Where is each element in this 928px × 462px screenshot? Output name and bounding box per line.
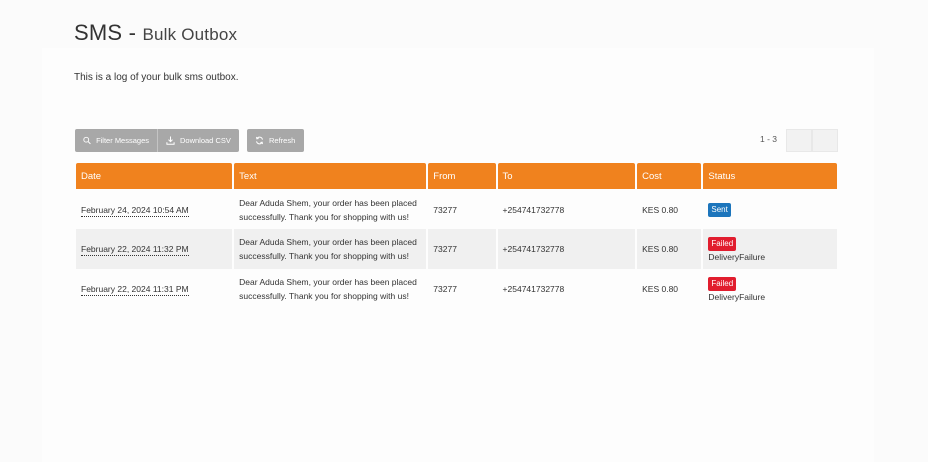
date-value: February 24, 2024 10:54 AM: [81, 205, 189, 217]
from-cell: 73277: [433, 205, 457, 215]
status-cell: Failed DeliveryFailure: [703, 269, 837, 309]
status-badge: Failed: [708, 276, 737, 291]
table-row[interactable]: February 22, 2024 11:32 PM Dear Aduda Sh…: [76, 229, 837, 269]
column-header-to[interactable]: To: [497, 163, 636, 189]
status-cell: Sent: [703, 189, 837, 229]
to-cell: +254741732778: [502, 284, 565, 294]
page-description: This is a log of your bulk sms outbox.: [74, 72, 239, 83]
cost-cell: KES 0.80: [642, 284, 679, 294]
download-csv-label: Download CSV: [180, 136, 231, 145]
pagination-info: 1 - 3: [760, 134, 778, 144]
from-cell: 73277: [433, 284, 457, 294]
download-csv-button[interactable]: Download CSV: [158, 129, 239, 152]
column-header-date[interactable]: Date: [76, 163, 233, 189]
message-text: Dear Aduda Shem, your order has been pla…: [239, 277, 417, 301]
refresh-label: Refresh: [269, 136, 296, 145]
refresh-icon: [256, 136, 263, 145]
table-row[interactable]: February 22, 2024 11:31 PM Dear Aduda Sh…: [76, 269, 837, 309]
status-badge: Sent: [708, 203, 731, 217]
from-cell: 73277: [428, 229, 496, 269]
column-header-text[interactable]: Text: [234, 163, 427, 189]
date-cell: February 22, 2024 11:31 PM: [76, 269, 232, 309]
previous-page-button[interactable]: [786, 129, 812, 152]
cost-cell: KES 0.80: [637, 229, 702, 269]
to-cell: +254741732778: [502, 205, 565, 215]
filter-messages-label: Filter Messages: [96, 136, 149, 145]
refresh-button[interactable]: Refresh: [247, 129, 304, 152]
date-value: February 22, 2024 11:32 PM: [81, 244, 189, 256]
message-text: Dear Aduda Shem, your order has been pla…: [234, 229, 427, 269]
pagination-controls: [786, 129, 838, 152]
outbox-table: Date Text From To Cost Status February 2…: [74, 163, 839, 309]
next-page-button[interactable]: [812, 129, 838, 152]
column-header-cost[interactable]: Cost: [637, 163, 702, 189]
status-badge: Failed: [708, 236, 737, 251]
title-separator: -: [122, 20, 143, 45]
date-cell: February 22, 2024 11:32 PM: [76, 229, 233, 269]
column-header-status[interactable]: Status: [703, 163, 837, 189]
column-header-from[interactable]: From: [428, 163, 496, 189]
page-title: SMS - Bulk Outbox: [74, 20, 237, 46]
date-cell: February 24, 2024 10:54 AM: [76, 189, 232, 229]
table-row[interactable]: February 24, 2024 10:54 AM Dear Aduda Sh…: [76, 189, 837, 229]
toolbar: Filter Messages Download CSV Refresh: [75, 129, 304, 152]
table-header-row: Date Text From To Cost Status: [76, 163, 837, 189]
failure-reason: DeliveryFailure: [708, 251, 766, 262]
cost-cell: KES 0.80: [642, 205, 679, 215]
page-subtitle: Bulk Outbox: [142, 25, 238, 44]
failure-reason: DeliveryFailure: [708, 291, 766, 302]
message-text: Dear Aduda Shem, your order has been pla…: [239, 198, 417, 222]
status-cell: Failed DeliveryFailure: [703, 229, 837, 269]
search-icon: [83, 136, 91, 145]
download-icon: [166, 136, 175, 145]
to-cell: +254741732778: [497, 229, 636, 269]
date-value: February 22, 2024 11:31 PM: [81, 284, 189, 296]
filter-messages-button[interactable]: Filter Messages: [75, 129, 158, 152]
page-title-main: SMS: [74, 20, 123, 45]
